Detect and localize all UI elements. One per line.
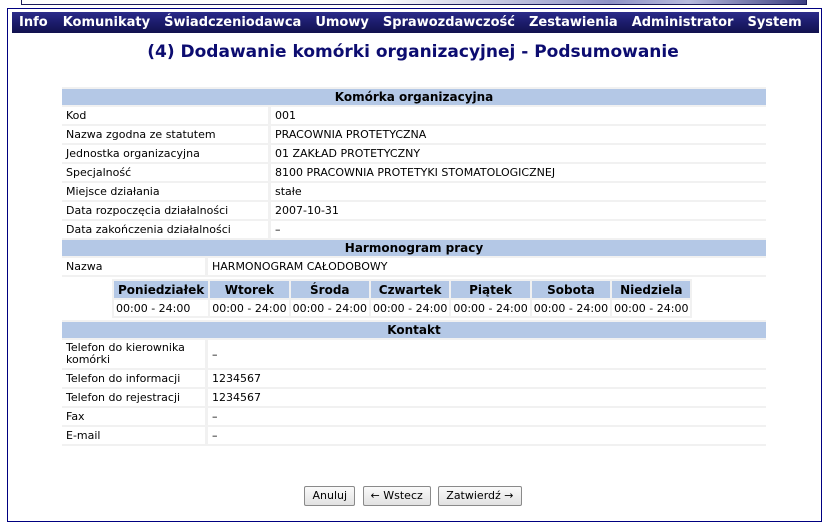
contact-row-kierownik: Telefon do kierownika komórki – <box>62 340 766 368</box>
schedule-section-title: Harmonogram pracy <box>62 240 766 256</box>
contact-row-rejestracja: Telefon do rejestracji 1234567 <box>62 389 766 406</box>
schedule-section-header: Harmonogram pracy <box>62 240 766 256</box>
unit-section-title: Komórka organizacyjna <box>62 89 766 105</box>
menu-item-umowy[interactable]: Umowy <box>307 15 369 30</box>
field-value: – <box>205 408 766 425</box>
day-header: Czwartek <box>370 281 450 298</box>
field-label: Telefon do informacji <box>62 370 207 387</box>
form-actions: Anuluj ← Wstecz Zatwierdź → <box>0 486 826 506</box>
field-label: Miejsce działania <box>62 183 268 200</box>
field-value: 1234567 <box>205 389 766 406</box>
field-value: HARMONOGRAM CAŁODOBOWY <box>205 258 766 275</box>
field-value: – <box>205 427 766 444</box>
unit-row-miejsce: Miejsce działania stałe <box>62 183 766 200</box>
field-value: 01 ZAKŁAD PROTETYCZNY <box>268 145 766 162</box>
contact-row-informacja: Telefon do informacji 1234567 <box>62 370 766 387</box>
unit-row-data-zakonczenia: Data zakończenia działalności – <box>62 221 766 238</box>
schedule-days-row: Poniedziałek Wtorek Środa Czwartek Piąte… <box>62 277 766 320</box>
menu-item-system[interactable]: System <box>739 15 801 30</box>
contact-section-header: Kontakt <box>62 322 766 338</box>
field-label: Telefon do rejestracji <box>62 389 207 406</box>
contact-row-fax: Fax – <box>62 408 766 425</box>
field-label: Specjalność <box>62 164 268 181</box>
field-value: 1234567 <box>205 370 766 387</box>
cancel-button[interactable]: Anuluj <box>304 486 356 506</box>
unit-row-nazwa: Nazwa zgodna ze statutem PRACOWNIA PROTE… <box>62 126 766 143</box>
field-label: Fax <box>62 408 207 425</box>
day-header: Środa <box>290 281 369 298</box>
menu-item-info[interactable]: Info <box>12 15 48 30</box>
summary-content: Komórka organizacyjna Kod 001 Nazwa zgod… <box>62 87 766 446</box>
field-label: Jednostka organizacyjna <box>62 145 268 162</box>
schedule-row-name: Nazwa HARMONOGRAM CAŁODOBOWY <box>62 258 766 275</box>
back-button[interactable]: ← Wstecz <box>362 486 431 506</box>
contact-row-email: E-mail – <box>62 427 766 444</box>
menu-item-sprawozdawczosc[interactable]: Sprawozdawczość <box>375 15 515 30</box>
unit-row-jednostka: Jednostka organizacyjna 01 ZAKŁAD PROTET… <box>62 145 766 162</box>
confirm-button[interactable]: Zatwierdź → <box>438 486 522 506</box>
field-value: PRACOWNIA PROTETYCZNA <box>268 126 766 143</box>
day-hours: 00:00 - 24:00 <box>210 300 289 316</box>
main-menu: Info Komunikaty Świadczeniodawca Umowy S… <box>12 12 819 33</box>
day-header: Sobota <box>531 281 611 298</box>
field-label: Nazwa <box>62 258 207 275</box>
day-header: Poniedziałek <box>114 281 209 298</box>
field-label: Kod <box>62 107 268 124</box>
field-value: 8100 PRACOWNIA PROTETYKI STOMATOLOGICZNE… <box>268 164 766 181</box>
schedule-days-table: Poniedziałek Wtorek Środa Czwartek Piąte… <box>112 279 693 318</box>
unit-row-kod: Kod 001 <box>62 107 766 124</box>
day-header: Piątek <box>451 281 530 298</box>
field-label: Data zakończenia działalności <box>62 221 268 238</box>
menu-item-swiadczeniodawca[interactable]: Świadczeniodawca <box>156 15 301 30</box>
field-label: Data rozpoczęcia działalności <box>62 202 268 219</box>
contact-section-title: Kontakt <box>62 322 766 338</box>
menu-item-zestawienia[interactable]: Zestawienia <box>521 15 618 30</box>
menu-item-komunikaty[interactable]: Komunikaty <box>55 15 150 30</box>
page-title: (4) Dodawanie komórki organizacyjnej - P… <box>147 42 679 62</box>
day-header: Niedziela <box>612 281 691 298</box>
day-hours: 00:00 - 24:00 <box>451 300 530 316</box>
field-value: 001 <box>268 107 766 124</box>
field-value: 2007-10-31 <box>268 202 766 219</box>
field-label: E-mail <box>62 427 207 444</box>
day-hours: 00:00 - 24:00 <box>114 300 209 316</box>
field-value: – <box>205 340 766 368</box>
summary-table: Komórka organizacyjna Kod 001 Nazwa zgod… <box>62 87 766 446</box>
unit-section-header: Komórka organizacyjna <box>62 89 766 105</box>
header-banner-image <box>21 0 807 5</box>
field-label: Telefon do kierownika komórki <box>62 340 207 368</box>
day-hours: 00:00 - 24:00 <box>612 300 691 316</box>
unit-row-data-rozpoczecia: Data rozpoczęcia działalności 2007-10-31 <box>62 202 766 219</box>
field-value: stałe <box>268 183 766 200</box>
day-hours: 00:00 - 24:00 <box>370 300 450 316</box>
menu-item-administrator[interactable]: Administrator <box>624 15 734 30</box>
day-header: Wtorek <box>210 281 289 298</box>
field-label: Nazwa zgodna ze statutem <box>62 126 268 143</box>
day-hours: 00:00 - 24:00 <box>531 300 611 316</box>
field-value: – <box>268 221 766 238</box>
day-hours: 00:00 - 24:00 <box>290 300 369 316</box>
unit-row-specjalnosc: Specjalność 8100 PRACOWNIA PROTETYKI STO… <box>62 164 766 181</box>
